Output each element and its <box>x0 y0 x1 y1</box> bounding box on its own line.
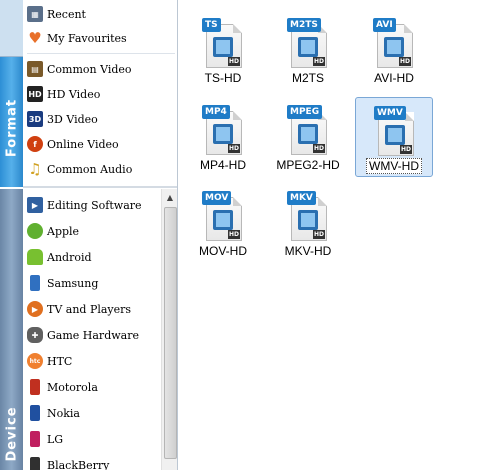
format-mp4-hd[interactable]: HD MP4 MP4-HD <box>184 97 262 177</box>
separator <box>27 53 175 54</box>
category-label: Recent <box>47 7 86 21</box>
format-tag: MP4 <box>202 105 230 119</box>
category-label: Common Video <box>47 62 132 76</box>
format-ts-hd[interactable]: HD TS TS-HD <box>184 10 262 90</box>
device-lg[interactable]: LG <box>23 427 63 451</box>
format-label: WMV-HD <box>356 158 432 174</box>
device-tv-and-players[interactable]: ▶ TV and Players <box>23 297 131 321</box>
hd-icon: HD <box>27 86 43 102</box>
category-label: HD Video <box>47 87 101 101</box>
format-label: MP4-HD <box>199 158 246 172</box>
format-tab[interactable]: Format <box>0 0 23 187</box>
format-tab-top <box>0 0 23 57</box>
format-m2ts[interactable]: HD M2TS M2TS <box>269 10 347 90</box>
format-grid: HD TS TS-HD HD M2TS M2TS HD AVI AVI-HD H… <box>178 0 500 470</box>
samsung-icon <box>30 275 40 291</box>
nokia-icon <box>30 405 40 421</box>
format-label: AVI-HD <box>374 71 414 85</box>
apple-icon <box>27 223 43 239</box>
format-label: MOV-HD <box>199 244 247 258</box>
device-label: Editing Software <box>47 198 142 212</box>
motorola-icon <box>30 379 40 395</box>
game-hardware-icon: ✚ <box>27 327 43 343</box>
editing-software-icon: ▶ <box>27 197 43 213</box>
device-label: BlackBerry <box>47 458 110 470</box>
device-label: TV and Players <box>47 302 132 316</box>
format-label: MKV-HD <box>284 244 332 258</box>
format-tag: MPEG <box>287 105 323 119</box>
device-label: Nokia <box>47 406 80 420</box>
format-label: TS-HD <box>204 71 242 85</box>
film-icon: ▤ <box>27 61 43 77</box>
format-tag: WMV <box>374 106 406 120</box>
device-tab[interactable]: Device <box>0 189 23 470</box>
format-tag: TS <box>202 18 221 32</box>
heart-icon: ♥ <box>28 29 42 47</box>
format-mkv-hd[interactable]: HD MKV MKV-HD <box>269 183 347 263</box>
category-common-video[interactable]: ▤ Common Video <box>23 57 132 81</box>
device-nokia[interactable]: Nokia <box>23 401 80 425</box>
device-editing-software[interactable]: ▶ Editing Software <box>23 193 142 217</box>
device-label: LG <box>47 432 64 446</box>
device-samsung[interactable]: Samsung <box>23 271 98 295</box>
format-tag: M2TS <box>287 18 321 32</box>
format-tab-label: Format <box>4 98 19 158</box>
device-game-hardware[interactable]: ✚ Game Hardware <box>23 323 139 347</box>
device-list: ▶ Editing Software Apple Android Samsung… <box>23 189 161 470</box>
format-mpeg2-hd[interactable]: HD MPEG MPEG2-HD <box>269 97 347 177</box>
category-online-video[interactable]: f Online Video <box>23 132 119 156</box>
device-label: Apple <box>47 224 80 238</box>
device-label: Game Hardware <box>47 328 139 342</box>
category-label: Common Audio <box>47 162 133 176</box>
device-label: Android <box>47 250 92 264</box>
device-label: Samsung <box>47 276 99 290</box>
format-tag: MOV <box>202 191 232 205</box>
device-tab-label: Device <box>4 406 19 462</box>
category-3d-video[interactable]: 3D 3D Video <box>23 107 98 131</box>
format-avi-hd[interactable]: HD AVI AVI-HD <box>355 10 433 90</box>
category-common-audio[interactable]: ♫ Common Audio <box>23 157 132 181</box>
device-list-scrollbar[interactable]: ▲ <box>161 189 178 470</box>
scroll-thumb[interactable] <box>164 207 177 459</box>
section-divider <box>23 186 177 188</box>
android-icon <box>27 249 43 265</box>
format-mov-hd[interactable]: HD MOV MOV-HD <box>184 183 262 263</box>
device-apple[interactable]: Apple <box>23 219 79 243</box>
category-label: My Favourites <box>47 31 127 45</box>
device-label: Motorola <box>47 380 98 394</box>
category-label: Online Video <box>47 137 119 151</box>
blackberry-icon <box>30 457 40 470</box>
format-tag: AVI <box>373 18 396 32</box>
format-label: MPEG2-HD <box>276 158 340 172</box>
device-htc[interactable]: htc HTC <box>23 349 72 373</box>
format-tag: MKV <box>287 191 316 205</box>
category-hd-video[interactable]: HD HD Video <box>23 82 100 106</box>
tv-players-icon: ▶ <box>27 301 43 317</box>
flash-icon: f <box>27 136 43 152</box>
device-label: HTC <box>47 354 73 368</box>
format-wmv-hd[interactable]: HD WMV WMV-HD <box>355 97 433 177</box>
3d-icon: 3D <box>27 111 43 127</box>
format-label: M2TS <box>291 71 324 85</box>
recent-icon: ▦ <box>27 6 43 22</box>
scroll-up-arrow-icon[interactable]: ▲ <box>162 189 178 205</box>
category-my-favourites[interactable]: ♥ My Favourites <box>23 26 127 50</box>
category-label: 3D Video <box>47 112 98 126</box>
format-category-list: ▦ Recent ♥ My Favourites ▤ Common Video … <box>23 0 178 187</box>
device-blackberry[interactable]: BlackBerry <box>23 453 109 470</box>
device-motorola[interactable]: Motorola <box>23 375 98 399</box>
music-note-icon: ♫ <box>28 160 42 178</box>
lg-icon <box>30 431 40 447</box>
device-android[interactable]: Android <box>23 245 92 269</box>
category-recent[interactable]: ▦ Recent <box>23 2 86 26</box>
htc-icon: htc <box>27 353 43 369</box>
